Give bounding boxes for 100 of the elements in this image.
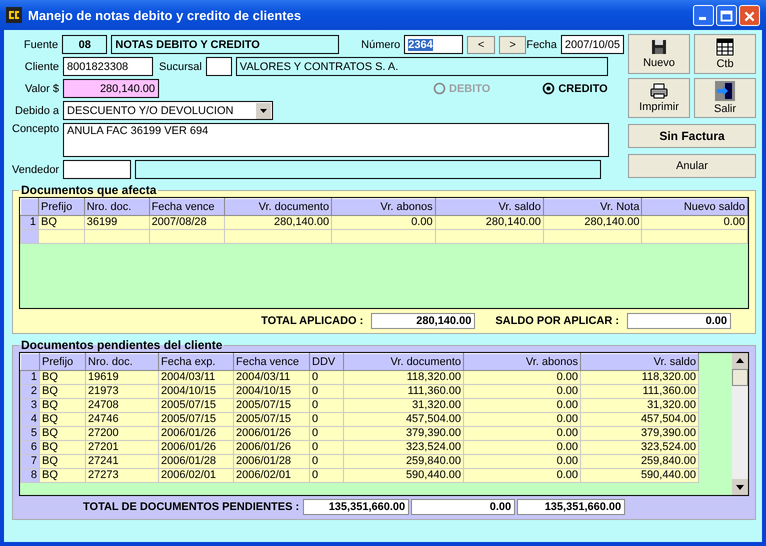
next-button[interactable]: >: [498, 36, 526, 54]
previous-button[interactable]: <: [467, 36, 495, 54]
table-cell: 323,524.00: [580, 440, 698, 454]
column-header: Prefijo: [38, 198, 84, 216]
radio-option[interactable]: CREDITO: [542, 82, 608, 95]
sucursal-field[interactable]: [206, 57, 232, 76]
table-cell: 31,320.00: [344, 398, 464, 412]
table-cell: 0.00: [464, 384, 580, 398]
table-cell: 379,390.00: [344, 426, 464, 440]
table-cell: 0.00: [642, 216, 748, 230]
section-title: Documentos pendientes del cliente: [20, 338, 224, 352]
table-cell: 2006/01/26: [158, 426, 234, 440]
table-cell: 0: [310, 426, 344, 440]
row-header: [20, 230, 39, 244]
radio-icon: [433, 82, 446, 95]
vendedor-field[interactable]: [63, 160, 131, 179]
table-cell: 0.00: [332, 216, 436, 230]
table-cell: 2004/10/15: [234, 384, 310, 398]
total-label: TOTAL DE DOCUMENTOS PENDIENTES :: [83, 501, 300, 513]
table-cell: 111,360.00: [580, 384, 698, 398]
table-cell: 2004/10/15: [158, 384, 234, 398]
row-header: [20, 354, 40, 370]
column-header: Vr. abonos: [332, 198, 436, 216]
table-cell: 0.00: [464, 454, 580, 468]
table-cell: 280,140.00: [543, 216, 642, 230]
fuente-label: Fuente: [22, 38, 58, 50]
table-cell: 2005/07/15: [234, 412, 310, 426]
table-cell: BQ: [40, 412, 86, 426]
scroll-thumb[interactable]: [732, 369, 748, 386]
cliente-field[interactable]: 8001823308: [63, 57, 153, 76]
table-cell: 118,320.00: [344, 370, 464, 384]
save-icon: [651, 39, 667, 55]
table-cell: 2006/01/26: [234, 440, 310, 454]
table-cell: 280,140.00: [435, 216, 544, 230]
column-header: Nuevo saldo: [642, 198, 748, 216]
fecha-field[interactable]: 2007/10/05: [560, 35, 624, 54]
toolbar-button[interactable]: Nuevo: [628, 34, 690, 74]
table-cell: 2006/02/01: [234, 468, 310, 482]
column-header: Nro. doc.: [86, 354, 158, 370]
numero-value: 2364: [408, 38, 433, 50]
scroll-up-icon[interactable]: [732, 353, 748, 369]
table-cell: 0: [310, 412, 344, 426]
column-header: Nro. doc.: [84, 198, 150, 216]
table-cell: BQ: [40, 370, 86, 384]
numero-field[interactable]: 2364: [404, 35, 464, 54]
table-cell: 0: [310, 468, 344, 482]
concepto-field[interactable]: ANULA FAC 36199 VER 694: [63, 123, 609, 157]
table-cell: 0: [310, 440, 344, 454]
total-field: 135,351,660.00: [517, 499, 626, 515]
column-header: Vr. Nota: [543, 198, 642, 216]
table-cell: 0.00: [464, 412, 580, 426]
row-number: 4: [20, 412, 40, 426]
table-cell: 2006/01/28: [234, 454, 310, 468]
table-cell: 457,504.00: [580, 412, 698, 426]
row-number: 8: [20, 468, 40, 482]
column-header: Vr. saldo: [580, 354, 698, 370]
table-cell: 2006/01/28: [158, 454, 234, 468]
table-cell: 2006/01/26: [158, 440, 234, 454]
table-cell: 111,360.00: [344, 384, 464, 398]
table-cell: 19619: [86, 370, 158, 384]
column-header: Vr. documento: [344, 354, 464, 370]
action-button[interactable]: Anular: [628, 154, 756, 178]
toolbar-button[interactable]: Imprimir: [628, 78, 690, 118]
table-cell: 2006/01/26: [234, 426, 310, 440]
toolbar-button[interactable]: Salir: [694, 78, 756, 118]
table-cell: BQ: [40, 426, 86, 440]
debido-dropdown[interactable]: DESCUENTO Y/O DEVOLUCION: [63, 101, 273, 120]
table-cell: 21973: [86, 384, 158, 398]
table-cell: BQ: [40, 468, 86, 482]
table-cell: 590,440.00: [580, 468, 698, 482]
toolbar-button[interactable]: Ctb: [694, 34, 756, 74]
table-cell: 2007/08/28: [149, 216, 225, 230]
maximize-button[interactable]: [716, 4, 737, 26]
table-cell: 280,140.00: [224, 216, 332, 230]
table-cell: 0.00: [464, 426, 580, 440]
action-button[interactable]: Sin Factura: [628, 124, 756, 148]
close-button[interactable]: [739, 4, 760, 26]
table-cell: 27200: [86, 426, 158, 440]
cliente-label: Cliente: [24, 60, 59, 72]
row-number: 2: [20, 384, 40, 398]
scroll-down-icon[interactable]: [732, 479, 748, 495]
window-title: Manejo de notas debito y credito de clientes: [28, 8, 302, 22]
minimize-button[interactable]: [693, 4, 714, 26]
valor-field[interactable]: 280,140.00: [63, 79, 159, 98]
valor-label: Valor $: [24, 82, 59, 94]
fecha-label: Fecha: [526, 38, 557, 50]
table-cell: BQ: [40, 398, 86, 412]
table-cell: 590,440.00: [344, 468, 464, 482]
minimize-icon: [699, 16, 706, 20]
table-cell: 24708: [86, 398, 158, 412]
table-cell: 24746: [86, 412, 158, 426]
vendedor-label: Vendedor: [12, 164, 59, 176]
table-cell: 0.00: [464, 440, 580, 454]
table-cell: 2005/07/15: [234, 398, 310, 412]
fuente-code-field[interactable]: 08: [62, 35, 108, 54]
column-header: Fecha vence: [234, 354, 310, 370]
table-cell: 0: [310, 370, 344, 384]
total-label: SALDO POR APLICAR :: [495, 315, 619, 327]
table-cell: 2005/07/15: [158, 398, 234, 412]
total-field: 280,140.00: [371, 313, 476, 329]
